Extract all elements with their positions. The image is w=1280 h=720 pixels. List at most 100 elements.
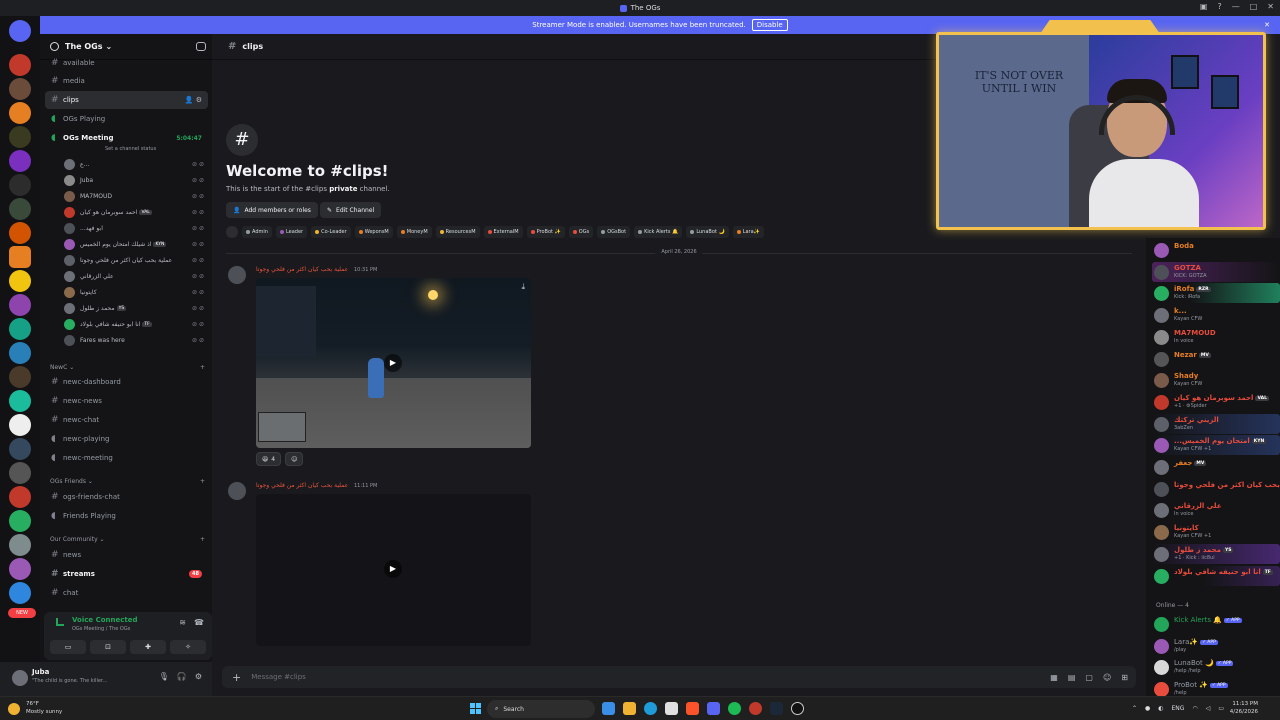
voice-user[interactable]: Juba ⊘ ⊘ (64, 172, 208, 188)
voice-user[interactable]: ...ابو فهد ⊘ ⊘ (64, 220, 208, 236)
channel-ogs-playing[interactable]: ◖ OGs Playing (45, 110, 208, 128)
tray-app-icon[interactable]: ● (1145, 705, 1150, 712)
voice-user[interactable]: MA7MOUD ⊘ ⊘ (64, 188, 208, 204)
inbox-icon[interactable]: ▣ (1200, 2, 1208, 11)
voice-user[interactable]: محمد ز طلول YS ⊘ ⊘ (64, 300, 208, 316)
clock[interactable]: 11:13 PM 4/26/2026 (1230, 700, 1258, 716)
store-icon[interactable] (665, 702, 678, 715)
tray-app-icon[interactable]: ◐ (1158, 705, 1163, 712)
microphone-icon[interactable]: 🎙 (159, 672, 169, 681)
channel-media[interactable]: # media (45, 72, 208, 90)
download-icon[interactable]: ⤓ (521, 282, 525, 292)
play-icon[interactable]: ▶ (384, 560, 402, 578)
message-composer[interactable]: + Message #clips ▦ ▤ ▢ ☺ ⊞ (222, 666, 1136, 688)
voice-user[interactable]: عملية بحب كيان اكثر من فلحي وجوتا ⊘ ⊘ (64, 252, 208, 268)
category-ogs-friends[interactable]: OGs Friends ⌄ + (50, 478, 205, 485)
reaction-button[interactable]: 😆 4 (256, 452, 282, 466)
channel-newc-chat[interactable]: # newc-chat (45, 411, 208, 429)
server-icon[interactable] (9, 78, 31, 100)
voice-user[interactable]: احمد سوبرمان هو كيان VAL ⊘ ⊘ (64, 204, 208, 220)
server-icon[interactable] (9, 534, 31, 556)
role-pill[interactable]: OGs (568, 226, 594, 238)
category-our-community[interactable]: Our Community ⌄ + (50, 536, 205, 543)
app-icon[interactable] (749, 702, 762, 715)
composer-placeholder[interactable]: Message #clips (251, 673, 306, 681)
server-icon[interactable] (9, 486, 31, 508)
member-item[interactable]: انا ابو حنيفه شافي بلولاد TF (1152, 565, 1280, 586)
category-newc[interactable]: NewC ⌄ + (50, 364, 205, 371)
username[interactable]: Juba (32, 668, 49, 676)
role-pill[interactable]: WeponsM (354, 226, 393, 238)
sticker-icon[interactable]: ▢ (1085, 673, 1093, 682)
role-pill[interactable]: Kick Alerts 🔔 (634, 226, 683, 238)
server-icon[interactable] (9, 150, 31, 172)
server-icon[interactable] (9, 222, 31, 244)
member-item[interactable]: GOTZA KICK: GOTZA (1152, 261, 1280, 282)
member-item[interactable]: k... Kayan CFW (1154, 305, 1280, 325)
language-indicator[interactable]: ENG (1172, 705, 1185, 712)
server-icon[interactable] (9, 294, 31, 316)
channel-streams[interactable]: # streams 48 (45, 565, 208, 583)
member-item[interactable]: الزيني تركتك 3abZen (1152, 413, 1280, 434)
member-item[interactable]: MA7MOUD In voice (1154, 327, 1280, 347)
member-item[interactable]: احمد سوبرمان هو كيان VAL +1 · ⚙Spider (1154, 392, 1280, 412)
wifi-icon[interactable]: ◠ (1192, 705, 1197, 712)
headphones-icon[interactable]: 🎧 (177, 672, 187, 681)
member-item[interactable]: محمد ز طلول YS +1 · Kick : iic8ui (1152, 543, 1280, 564)
emoji-icon[interactable]: ☺ (1103, 673, 1111, 682)
minimize-button[interactable]: — (1232, 2, 1240, 11)
disconnect-icon[interactable]: ☎ (194, 618, 204, 627)
server-icon[interactable] (9, 510, 31, 532)
activities-button[interactable]: ✚ (130, 640, 166, 654)
bot-member-item[interactable]: ProBot ✨ ✓ APP/help (1154, 679, 1280, 696)
member-item[interactable]: عملية بحب كيان اكثر من فلحي وجوتا (1154, 479, 1280, 499)
avatar[interactable] (228, 482, 246, 500)
role-pill[interactable]: OGsBot (597, 226, 631, 238)
camera-button[interactable]: ▭ (50, 640, 86, 654)
role-settings-icon[interactable] (226, 226, 238, 238)
channel-newc-dashboard[interactable]: # newc-dashboard (45, 373, 208, 391)
member-item[interactable]: Boda (1154, 240, 1280, 260)
bot-member-item[interactable]: Lara✨ ✓ APP/play (1154, 636, 1280, 656)
member-item[interactable]: Shady Kayan CFW (1154, 370, 1280, 390)
member-item[interactable]: كايتونيا Kayan CFW +1 (1154, 522, 1280, 542)
member-item[interactable]: جعفر MV (1154, 457, 1280, 477)
voice-user[interactable]: علي الزرقاني ⊘ ⊘ (64, 268, 208, 284)
member-item[interactable]: ...امتحان يوم الخميس KYN Kayan CFW +1 (1152, 435, 1280, 456)
role-pill[interactable]: ResourcesM (435, 226, 480, 238)
server-icon[interactable] (9, 102, 31, 124)
message-author[interactable]: عملية بحب كيان اكثر من فلحي وجوتا (256, 482, 348, 489)
gear-icon[interactable]: ⚙ (195, 672, 202, 681)
channel-ogs-meeting[interactable]: ◖ OGs Meeting 5:04:47 (45, 129, 208, 147)
server-icon[interactable] (9, 270, 31, 292)
server-icon[interactable] (9, 126, 31, 148)
server-icon[interactable] (9, 198, 31, 220)
gif-icon[interactable]: ▤ (1068, 673, 1076, 682)
chevron-up-icon[interactable]: ⌃ (1132, 705, 1137, 712)
role-pill[interactable]: MoneyM (396, 226, 432, 238)
gift-icon[interactable]: ▦ (1050, 673, 1058, 682)
noise-suppression-icon[interactable]: ≋ (179, 618, 186, 627)
channel-settings-icon[interactable]: 👤 ⚙ (185, 96, 202, 104)
message-author[interactable]: عملية بحب كيان اكثر من فلحي وجوتا (256, 266, 348, 273)
windows-start-icon[interactable] (470, 703, 481, 714)
spotify-icon[interactable] (728, 702, 741, 715)
direct-messages-icon[interactable] (9, 20, 31, 42)
folder-icon[interactable] (623, 702, 636, 715)
channel-status[interactable]: Set a channel status (105, 146, 156, 152)
volume-icon[interactable]: ◁ (1206, 705, 1211, 712)
server-icon[interactable] (9, 342, 31, 364)
server-icon[interactable] (9, 174, 31, 196)
taskbar-search[interactable]: ⌕ Search (487, 700, 595, 718)
channel-ogs-friends-chat[interactable]: # ogs-friends-chat (45, 488, 208, 506)
voice-status[interactable]: Voice Connected (72, 616, 138, 624)
steam-icon[interactable] (770, 702, 783, 715)
role-pill[interactable]: Co-Leader (311, 226, 351, 238)
channel-clips[interactable]: # clips 👤 ⚙ (45, 91, 208, 109)
avatar[interactable] (12, 670, 28, 686)
avatar[interactable] (228, 266, 246, 284)
app-icon[interactable] (602, 702, 615, 715)
bot-member-item[interactable]: Kick Alerts 🔔 ✓ APP (1154, 614, 1280, 634)
edit-channel-button[interactable]: ✎ Edit Channel (320, 202, 382, 218)
server-icon[interactable] (9, 582, 31, 604)
